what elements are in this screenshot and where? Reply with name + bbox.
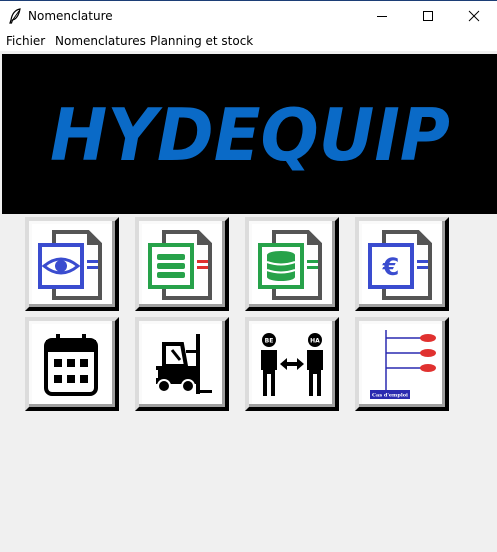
document-list-icon: [148, 230, 212, 300]
people-exchange-icon: BE HA: [261, 333, 323, 396]
menu-fichier[interactable]: Fichier: [6, 34, 45, 48]
menu-planning-et-stock[interactable]: Planning et stock: [150, 34, 253, 48]
document-database-icon: [258, 230, 322, 300]
badge-right: HA: [310, 338, 320, 345]
close-button[interactable]: [451, 1, 497, 31]
euro-symbol: €: [382, 253, 400, 281]
close-icon: [468, 10, 480, 22]
document-view-icon: [38, 230, 102, 300]
planning-button[interactable]: [25, 317, 119, 411]
minimize-button[interactable]: [359, 1, 405, 31]
calendar-icon: [44, 334, 98, 396]
document-euro-icon: €: [368, 230, 432, 300]
view-nomenclature-button[interactable]: [25, 217, 119, 311]
maximize-icon: [423, 11, 433, 21]
exchange-button[interactable]: BE HA: [245, 317, 339, 411]
stock-button[interactable]: [135, 317, 229, 411]
database-nomenclature-button[interactable]: [245, 217, 339, 311]
logo-text: HYDEQUIP: [50, 93, 450, 177]
title-bar[interactable]: Nomenclature: [0, 1, 497, 31]
where-used-button[interactable]: Cas d'emploi: [355, 317, 449, 411]
menu-nomenclatures[interactable]: Nomenclatures: [55, 34, 146, 48]
cost-nomenclature-button[interactable]: €: [355, 217, 449, 311]
list-nomenclature-button[interactable]: [135, 217, 229, 311]
where-used-tree-icon: Cas d'emploi: [370, 330, 436, 399]
where-used-caption: Cas d'emploi: [372, 393, 408, 399]
minimize-icon: [377, 16, 387, 17]
feather-icon: [8, 8, 22, 24]
badge-left: BE: [265, 338, 274, 345]
brand-banner: HYDEQUIP: [2, 54, 497, 214]
hydequip-logo: HYDEQUIP: [50, 93, 450, 177]
window-title: Nomenclature: [28, 9, 113, 23]
maximize-button[interactable]: [405, 1, 451, 31]
menu-bar: Fichier Nomenclatures Planning et stock: [0, 31, 497, 51]
forklift-icon: [154, 334, 212, 394]
